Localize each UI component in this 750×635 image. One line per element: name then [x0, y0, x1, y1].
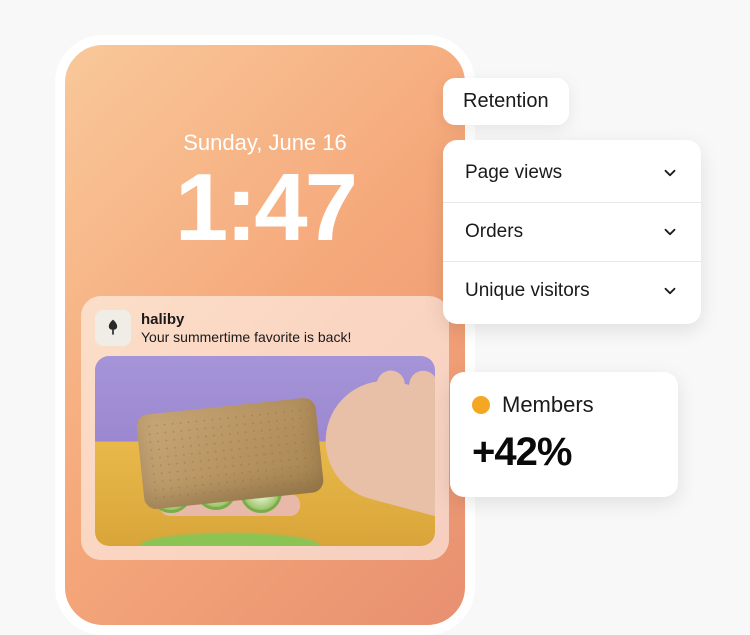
app-icon: [95, 310, 131, 346]
notification-text: haliby Your summertime favorite is back!: [141, 310, 435, 345]
metric-label: Page views: [465, 162, 562, 184]
notification-image: [95, 356, 435, 546]
notification-header: haliby Your summertime favorite is back!: [95, 310, 435, 346]
members-header: Members: [472, 392, 656, 418]
status-dot-icon: [472, 396, 490, 414]
notification-message: Your summertime favorite is back!: [141, 329, 435, 345]
lockscreen-time: 1:47: [65, 160, 465, 256]
chevron-down-icon: [661, 164, 679, 182]
notification-card[interactable]: haliby Your summertime favorite is back!: [81, 296, 449, 560]
members-value: +42%: [472, 430, 656, 475]
retention-pill[interactable]: Retention: [443, 78, 569, 125]
sandwich-illustration: [130, 386, 350, 546]
sprout-icon: [103, 318, 123, 338]
metric-unique-visitors[interactable]: Unique visitors: [443, 262, 701, 320]
notification-app-name: haliby: [141, 311, 435, 328]
metric-label: Unique visitors: [465, 280, 590, 302]
metric-label: Orders: [465, 221, 523, 243]
metric-orders[interactable]: Orders: [443, 203, 701, 262]
lockscreen-date: Sunday, June 16: [65, 130, 465, 156]
metrics-panel: Page views Orders Unique visitors: [443, 140, 701, 324]
members-label: Members: [502, 392, 594, 418]
retention-label: Retention: [463, 90, 549, 112]
chevron-down-icon: [661, 282, 679, 300]
chevron-down-icon: [661, 223, 679, 241]
metric-page-views[interactable]: Page views: [443, 144, 701, 203]
phone-lockscreen: Sunday, June 16 1:47 haliby Your summert…: [55, 35, 475, 635]
members-stat-card: Members +42%: [450, 372, 678, 497]
